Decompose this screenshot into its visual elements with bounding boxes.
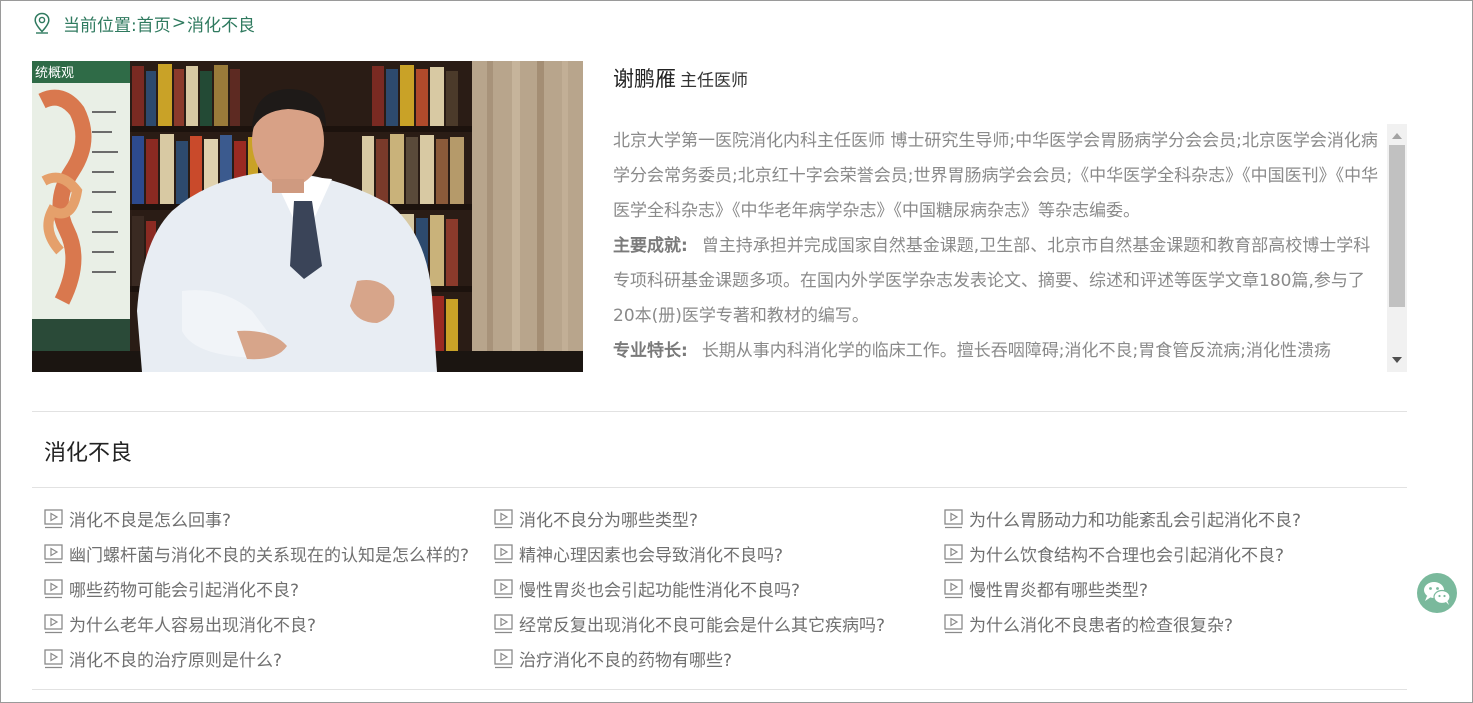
question-link[interactable]: 为什么饮食结构不合理也会引起消化不良?	[944, 536, 1414, 571]
question-link[interactable]: 慢性胃炎都有哪些类型?	[944, 571, 1414, 606]
scrollbar-thumb[interactable]	[1389, 145, 1405, 307]
question-link[interactable]: 为什么消化不良患者的检查很复杂?	[944, 606, 1414, 641]
question-link[interactable]: 消化不良的治疗原则是什么?	[44, 641, 494, 676]
play-icon	[944, 613, 963, 633]
question-link[interactable]: 哪些药物可能会引起消化不良?	[44, 571, 494, 606]
play-icon	[944, 508, 963, 528]
question-text: 为什么老年人容易出现消化不良?	[69, 616, 317, 636]
breadcrumb-current: 消化不良	[186, 15, 255, 36]
play-icon	[944, 543, 963, 563]
play-icon	[494, 648, 513, 668]
specialty-label: 专业特长:	[613, 341, 688, 361]
play-icon	[494, 613, 513, 633]
anatomy-poster: 统概观	[32, 61, 130, 372]
question-link[interactable]: 为什么老年人容易出现消化不良?	[44, 606, 494, 641]
divider	[32, 411, 1407, 412]
bio-achievements: 主要成就: 曾主持承担并完成国家自然基金课题,卫生部、北京市自然基金课题和教育部高…	[613, 229, 1385, 334]
question-link[interactable]: 消化不良是怎么回事?	[44, 501, 494, 536]
divider	[32, 689, 1407, 690]
achievements-label: 主要成就:	[613, 236, 688, 256]
achievements-text: 曾主持承担并完成国家自然基金课题,卫生部、北京市自然基金课题和教育部高校博士学科…	[613, 236, 1371, 326]
doctor-name: 谢鹏雁	[613, 67, 676, 91]
play-icon	[494, 508, 513, 528]
breadcrumb-prefix: 当前位置:	[63, 15, 137, 36]
doctor-name-heading: 谢鹏雁 主任医师	[613, 63, 748, 93]
doctor-bio: 北京大学第一医院消化内科主任医师 博士研究生导师;中华医学会胃肠病学分会会员;北…	[613, 124, 1385, 369]
divider	[32, 487, 1407, 488]
doctor-video-player[interactable]: 统概观	[32, 61, 583, 372]
scroll-up-arrow-icon[interactable]	[1392, 133, 1402, 139]
wechat-icon	[1424, 582, 1451, 605]
question-text: 慢性胃炎也会引起功能性消化不良吗?	[519, 581, 801, 601]
question-text: 治疗消化不良的药物有哪些?	[519, 651, 733, 671]
play-icon	[494, 543, 513, 563]
question-link[interactable]: 为什么胃肠动力和功能紊乱会引起消化不良?	[944, 501, 1414, 536]
scroll-down-arrow-icon[interactable]	[1392, 357, 1402, 363]
bio-intro: 北京大学第一医院消化内科主任医师 博士研究生导师;中华医学会胃肠病学分会会员;北…	[613, 131, 1379, 221]
question-link[interactable]: 消化不良分为哪些类型?	[494, 501, 944, 536]
question-link[interactable]: 经常反复出现消化不良可能会是什么其它疾病吗?	[494, 606, 944, 641]
question-list: 消化不良是怎么回事? 消化不良分为哪些类型? 为什么胃肠动力和功能紊乱会引起消化不良…	[44, 501, 1414, 676]
breadcrumb-home-link[interactable]: 首页	[137, 11, 171, 36]
question-text: 精神心理因素也会导致消化不良吗?	[519, 546, 784, 566]
question-link[interactable]: 幽门螺杆菌与消化不良的关系现在的认知是怎么样的?	[44, 536, 494, 571]
question-text: 消化不良是怎么回事?	[69, 511, 232, 531]
play-icon	[44, 508, 63, 528]
question-text: 幽门螺杆菌与消化不良的关系现在的认知是怎么样的?	[69, 546, 470, 566]
doctor-bio-scroll-area[interactable]: 北京大学第一医院消化内科主任医师 博士研究生导师;中华医学会胃肠病学分会会员;北…	[613, 124, 1407, 372]
play-icon	[44, 543, 63, 563]
question-link[interactable]: 精神心理因素也会导致消化不良吗?	[494, 536, 944, 571]
question-text: 为什么胃肠动力和功能紊乱会引起消化不良?	[969, 511, 1302, 531]
section-title: 消化不良	[44, 441, 133, 466]
question-link[interactable]: 治疗消化不良的药物有哪些?	[494, 641, 944, 676]
doctor-video-frame: 统概观	[32, 61, 583, 372]
play-icon	[44, 648, 63, 668]
play-icon	[44, 578, 63, 598]
question-text: 为什么消化不良患者的检查很复杂?	[969, 616, 1234, 636]
question-text: 慢性胃炎都有哪些类型?	[969, 581, 1149, 601]
question-text: 为什么饮食结构不合理也会引起消化不良?	[969, 546, 1285, 566]
doctor-title: 主任医师	[680, 71, 748, 91]
bio-specialty: 专业特长: 长期从事内科消化学的临床工作。擅长吞咽障碍;消化不良;胃食管反流病;消…	[613, 334, 1385, 369]
question-link[interactable]: 慢性胃炎也会引起功能性消化不良吗?	[494, 571, 944, 606]
wechat-share-button[interactable]	[1417, 573, 1457, 613]
question-text: 消化不良分为哪些类型?	[519, 511, 699, 531]
breadcrumb-separator: >	[171, 13, 186, 33]
play-icon	[944, 578, 963, 598]
play-icon	[494, 578, 513, 598]
question-text: 哪些药物可能会引起消化不良?	[69, 581, 300, 601]
play-icon	[44, 613, 63, 633]
question-text: 经常反复出现消化不良可能会是什么其它疾病吗?	[519, 616, 886, 636]
specialty-text: 长期从事内科消化学的临床工作。擅长吞咽障碍;消化不良;胃食管反流病;消化性溃疡	[701, 341, 1331, 361]
location-pin-icon	[34, 12, 50, 34]
bio-scrollbar[interactable]	[1387, 124, 1407, 372]
question-text: 消化不良的治疗原则是什么?	[69, 651, 283, 671]
breadcrumb: 当前位置: 首页 > 消化不良	[33, 11, 255, 36]
poster-banner-text: 统概观	[35, 66, 74, 81]
